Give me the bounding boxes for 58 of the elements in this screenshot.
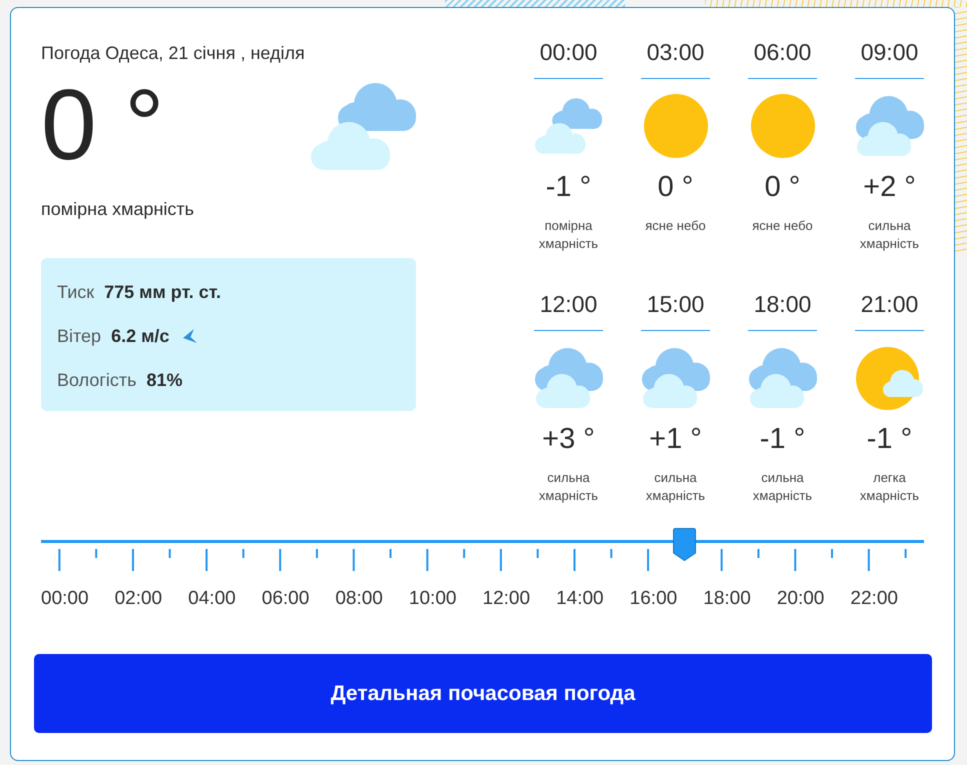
- forecast-condition: легка хмарність: [858, 469, 920, 505]
- scale-label: 16:00: [630, 587, 678, 611]
- forecast-time: 21:00: [860, 290, 918, 318]
- scale-label: 10:00: [408, 587, 456, 611]
- scale-label: 22:00: [850, 587, 898, 611]
- scale-label: 20:00: [776, 587, 824, 611]
- scale-label: 12:00: [482, 587, 530, 611]
- sun-icon: [750, 94, 814, 158]
- overlapping-clouds-icon: [642, 348, 710, 408]
- two-clouds-icon: [311, 83, 416, 170]
- forecast-time: 18:00: [754, 290, 812, 318]
- detail-value: 6.2 м/с: [111, 325, 170, 348]
- forecast-time: 09:00: [860, 38, 918, 66]
- slider-thumb[interactable]: [672, 528, 698, 561]
- detail-label: Вітер: [57, 325, 102, 348]
- forecast-condition: сильна хмарність: [538, 469, 600, 505]
- forecast-temperature: -1 °: [760, 423, 806, 455]
- forecast-temperature: 0 °: [658, 171, 694, 203]
- forecast-temperature: -1 °: [866, 423, 912, 455]
- forecast-condition: сильна хмарність: [858, 217, 920, 253]
- forecast-time: 03:00: [646, 38, 704, 66]
- scale-label: 08:00: [335, 587, 383, 611]
- current-condition: помірна хмарність: [41, 198, 196, 221]
- forecast-temperature: +1 °: [649, 423, 702, 455]
- forecast-time: 00:00: [540, 38, 598, 66]
- forecast-condition: ясне небо: [644, 217, 707, 235]
- detail-value: 81%: [146, 369, 183, 392]
- hourly-weather-button[interactable]: Детальная почасовая погода: [34, 654, 932, 733]
- detail-label: Вологість: [57, 369, 137, 392]
- scale-label: 02:00: [114, 587, 162, 611]
- scale-label: 18:00: [703, 587, 751, 611]
- scale-label: 04:00: [188, 587, 236, 611]
- detail-value: 775 мм рт. ст.: [104, 281, 222, 304]
- overlapping-clouds-icon: [534, 348, 602, 408]
- two-clouds-icon: [535, 98, 602, 154]
- sun-cloud-icon: [856, 346, 923, 410]
- forecast-temperature: +3 °: [542, 423, 595, 455]
- overlapping-clouds-icon: [856, 96, 924, 156]
- forecast-condition: сильна хмарність: [644, 469, 706, 505]
- forecast-condition: помірна хмарність: [538, 217, 600, 253]
- sun-icon: [644, 94, 708, 158]
- forecast-time: 15:00: [646, 290, 704, 318]
- timeline-slider[interactable]: [41, 528, 924, 561]
- forecast-temperature: +2 °: [863, 171, 916, 203]
- forecast-condition: сильна хмарність: [752, 469, 814, 505]
- forecast-temperature: -1 °: [546, 171, 592, 203]
- scale-label: 06:00: [262, 587, 310, 611]
- current-temperature: 0 °: [41, 75, 164, 175]
- detail-label: Тиск: [57, 281, 94, 304]
- forecast-time: 06:00: [754, 38, 812, 66]
- forecast-temperature: 0 °: [764, 171, 800, 203]
- scale-label: 14:00: [556, 587, 604, 611]
- forecast-condition: ясне небо: [751, 217, 814, 235]
- overlapping-clouds-icon: [748, 348, 816, 408]
- arrow-icon: [183, 329, 198, 343]
- scale-label: 00:00: [41, 587, 89, 611]
- forecast-time: 12:00: [540, 290, 598, 318]
- weather-title: Погода Одеса, 21 січня , неділя: [41, 42, 306, 65]
